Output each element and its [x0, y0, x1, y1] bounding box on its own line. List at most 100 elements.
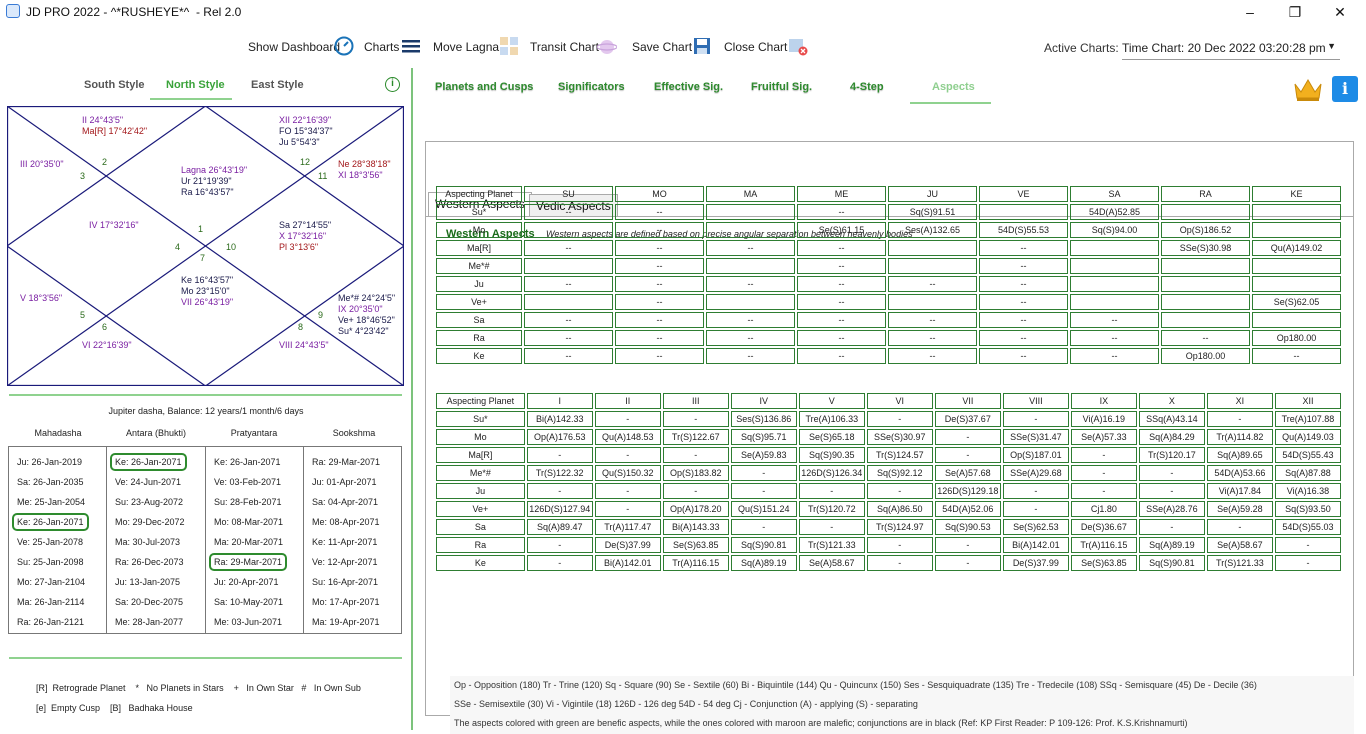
maximize-button[interactable]: ❐ [1275, 2, 1315, 22]
table-header-cell: RA [1161, 186, 1250, 202]
dasha-entry[interactable]: Ma: 26-Jan-2114 [17, 597, 84, 607]
aspect-cell [706, 258, 795, 274]
dasha-entry[interactable]: Su: 23-Aug-2072 [115, 497, 183, 507]
aspect-cell: SSe(S)30.98 [1161, 240, 1250, 256]
table-row: Su* Bi(A)142.33- - Ses(S)136.86 Tre(A)106.33… [436, 411, 1341, 427]
info-button-icon[interactable]: i [1332, 76, 1358, 102]
tab-4-step[interactable]: 4-Step [850, 81, 884, 93]
crown-icon[interactable] [1293, 76, 1323, 102]
house-number: 12 [300, 157, 311, 167]
tab-effective-sig[interactable]: Effective Sig. [654, 81, 723, 93]
info-icon[interactable]: i [385, 77, 400, 92]
move-lagna-button[interactable]: Move Lagna [433, 40, 499, 54]
dasha-entry[interactable]: Ra: 29-Mar-2071 [209, 553, 288, 571]
dasha-entry[interactable]: Ju: 13-Jan-2075 [115, 577, 180, 587]
aspect-cell: -- [615, 258, 704, 274]
save-disk-icon[interactable] [692, 36, 712, 56]
dasha-entry[interactable]: Mo: 29-Dec-2072 [115, 517, 185, 527]
active-charts-dropdown[interactable]: Time Chart: 20 Dec 2022 03:20:28 pm ▼ [1122, 38, 1340, 60]
charts-menu-icon[interactable] [401, 36, 421, 56]
grid-icon[interactable] [499, 36, 519, 56]
dasha-entry[interactable]: Ju: 20-Apr-2071 [214, 577, 279, 587]
dasha-entry[interactable]: Sa: 04-Apr-2071 [312, 497, 378, 507]
aspect-cell: -- [615, 204, 704, 220]
aspect-cell: -- [706, 312, 795, 328]
dasha-entry[interactable]: Sa: 10-May-2071 [214, 597, 283, 607]
aspect-cell: -- [797, 276, 886, 292]
dasha-entry[interactable]: Ke: 11-Apr-2071 [312, 537, 377, 547]
dasha-entry[interactable]: Mo: 27-Jan-2104 [17, 577, 85, 587]
tab-north-style[interactable]: North Style [166, 79, 225, 91]
aspect-cell: -- [797, 240, 886, 256]
dasha-entry[interactable]: Ve: 12-Apr-2071 [312, 557, 378, 567]
dasha-entry[interactable]: Sa: 20-Dec-2075 [115, 597, 183, 607]
dasha-entry[interactable]: Ke: 26-Jan-2071 [214, 457, 281, 467]
row-planet-label: Ra [436, 537, 525, 553]
aspect-cell: Sq(S)90.35 [798, 447, 865, 463]
dasha-entry[interactable]: Ve: 03-Feb-2071 [214, 477, 281, 487]
aspect-cell: 54D(S)55.53 [979, 222, 1068, 238]
dasha-entry[interactable]: Ve: 24-Jun-2071 [115, 477, 181, 487]
row-planet-label: Ke [436, 555, 525, 571]
tab-east-style[interactable]: East Style [251, 79, 304, 91]
aspect-cell: Se(S)62.05 [1252, 294, 1341, 310]
minimize-button[interactable]: – [1230, 2, 1270, 22]
dasha-entry[interactable]: Ra: 29-Mar-2071 [312, 457, 380, 467]
dasha-entry[interactable]: Ra: 26-Jan-2121 [17, 617, 84, 627]
divider [9, 394, 402, 396]
show-dashboard-button[interactable]: Show Dashboard [248, 40, 340, 54]
tab-planets-and-cusps[interactable]: Planets and Cusps [435, 81, 533, 93]
dasha-entry[interactable]: Mo: 08-Mar-2071 [214, 517, 283, 527]
close-window-button[interactable]: ✕ [1320, 2, 1360, 22]
dasha-entry[interactable]: Su: 16-Apr-2071 [312, 577, 378, 587]
save-chart-button[interactable]: Save Chart [632, 40, 692, 54]
tab-fruitful-sig[interactable]: Fruitful Sig. [751, 81, 812, 93]
planet-pl: Pl 3°13'6" [279, 242, 319, 252]
aspect-cell: -- [979, 276, 1068, 292]
aspect-cell [1161, 294, 1250, 310]
aspect-cell: Se(A)57.33 [1070, 429, 1137, 445]
dasha-entry[interactable]: Ma: 19-Apr-2071 [312, 617, 380, 627]
dasha-entry[interactable]: Sa: 26-Jan-2035 [17, 477, 84, 487]
dasha-entry[interactable]: Me: 25-Jan-2054 [17, 497, 85, 507]
aspect-cell: - [1274, 537, 1341, 553]
table-header-cell: VE [979, 186, 1068, 202]
close-chart-button[interactable]: Close Chart [724, 40, 787, 54]
aspect-cell: - [594, 501, 661, 517]
dasha-entry[interactable]: Ve: 25-Jan-2078 [17, 537, 83, 547]
dasha-entry[interactable]: Su: 25-Jan-2098 [17, 557, 84, 567]
charts-button[interactable]: Charts [364, 40, 399, 54]
close-chart-icon[interactable] [788, 36, 808, 56]
dasha-entry[interactable]: Ju: 01-Apr-2071 [312, 477, 377, 487]
house-7-content: Ke 16°43'57" Mo 23°15'0" VII 26°43'19" [181, 275, 233, 308]
transit-planet-icon[interactable] [597, 36, 617, 56]
cusp-xi: XI 18°3'56" [338, 170, 383, 180]
sookshma-list: Ra: 29-Mar-2071 Ju: 01-Apr-2071 Sa: 04-Apr… [303, 446, 402, 634]
aspect-cell: Tr(S)121.33 [798, 537, 865, 553]
dasha-entry[interactable]: Mo: 17-Apr-2071 [312, 597, 380, 607]
dasha-entry[interactable]: Ma: 20-Mar-2071 [214, 537, 283, 547]
aspect-cell [979, 204, 1068, 220]
aspect-cell: Tre(A)107.88 [1274, 411, 1341, 427]
dasha-entry[interactable]: Ke: 26-Jan-2071 [110, 453, 187, 471]
dasha-entry[interactable]: Ju: 26-Jan-2019 [17, 457, 82, 467]
dashboard-gauge-icon[interactable] [334, 36, 354, 56]
aspect-cell: Qu(A)149.03 [1274, 429, 1341, 445]
aspect-cell: -- [615, 312, 704, 328]
tab-south-style[interactable]: South Style [84, 79, 145, 91]
tab-significators[interactable]: Significators [558, 81, 625, 93]
transit-chart-button[interactable]: Transit Chart [530, 40, 599, 54]
dasha-entry[interactable]: Me: 28-Jan-2077 [115, 617, 183, 627]
dasha-entry[interactable]: Me: 03-Jun-2071 [214, 617, 282, 627]
dasha-entry[interactable]: Me: 08-Apr-2071 [312, 517, 380, 527]
table-row: Ra - De(S)37.99 Se(S)63.85 Sq(S)90.81 Tr(S)12… [436, 537, 1341, 553]
chevron-down-icon: ▼ [1327, 41, 1336, 51]
dasha-entry[interactable]: Ke: 26-Jan-2071 [12, 513, 89, 531]
tab-aspects[interactable]: Aspects [932, 81, 975, 93]
dasha-entry[interactable]: Su: 28-Feb-2071 [214, 497, 282, 507]
table-row: Ra -- -- -- -- -- -- -- -- Op180.00 [436, 330, 1341, 346]
aspect-cell: - [526, 537, 593, 553]
dasha-entry[interactable]: Ma: 30-Jul-2073 [115, 537, 180, 547]
aspect-cell: Se(S)62.53 [1002, 519, 1069, 535]
dasha-entry[interactable]: Ra: 26-Dec-2073 [115, 557, 184, 567]
